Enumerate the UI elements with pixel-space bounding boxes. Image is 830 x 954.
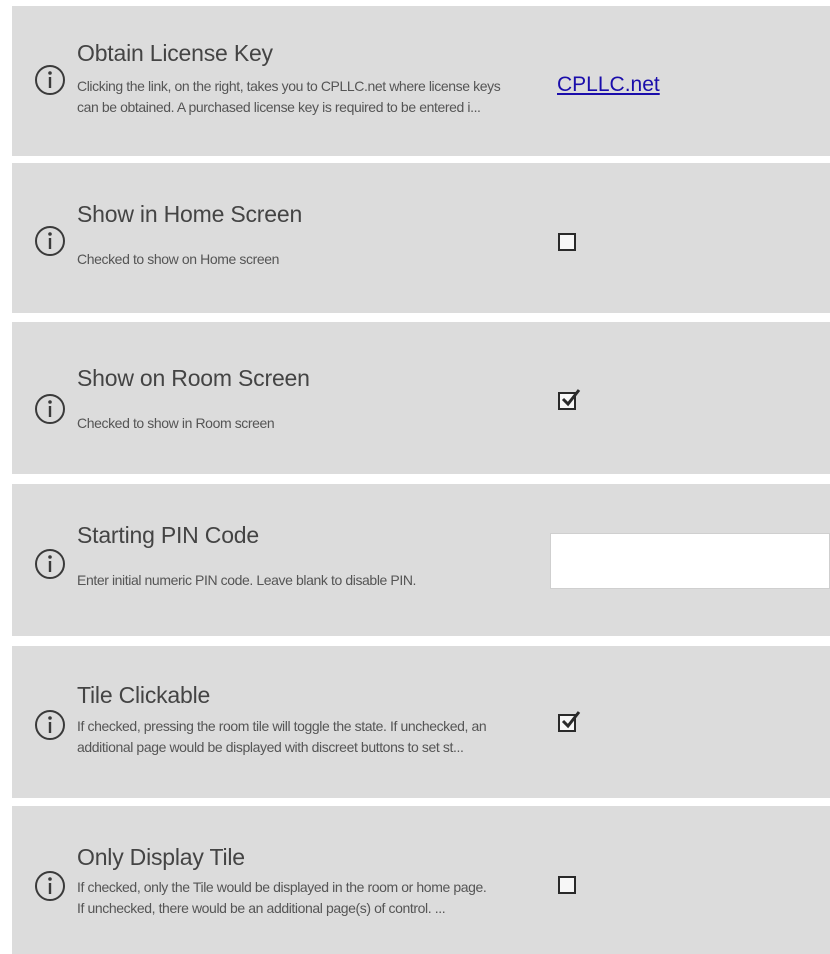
description-line: Checked to show on Home screen <box>77 251 279 267</box>
info-icon[interactable] <box>34 548 66 580</box>
pin-code-input[interactable] <box>550 533 830 589</box>
setting-description: If checked, only the Tile would be displ… <box>77 877 577 919</box>
description-line: can be obtained. A purchased license key… <box>77 99 481 115</box>
only-display-tile-checkbox[interactable] <box>558 876 576 894</box>
description-line: If unchecked, there would be an addition… <box>77 900 446 916</box>
setting-title: Tile Clickable <box>77 682 211 708</box>
setting-row-tile-clickable: Tile Clickable If checked, pressing the … <box>12 646 830 798</box>
checkmark-icon <box>561 711 581 729</box>
checkmark-icon <box>561 389 581 407</box>
setting-title: Obtain License Key <box>77 40 273 66</box>
description-line: additional page would be displayed with … <box>77 739 464 755</box>
description-line: Checked to show in Room screen <box>77 415 275 431</box>
setting-title: Only Display Tile <box>77 844 245 870</box>
setting-row-pin-code: Starting PIN Code Enter initial numeric … <box>12 484 830 636</box>
setting-title: Starting PIN Code <box>77 522 259 548</box>
setting-title: Show in Home Screen <box>77 201 303 227</box>
setting-description: Clicking the link, on the right, takes y… <box>77 76 577 118</box>
cpllc-link[interactable]: CPLLC.net <box>557 73 660 97</box>
info-icon[interactable] <box>34 709 66 741</box>
info-icon[interactable] <box>34 64 66 96</box>
info-icon[interactable] <box>34 393 66 425</box>
info-icon[interactable] <box>34 870 66 902</box>
description-line: If checked, pressing the room tile will … <box>77 718 487 734</box>
setting-row-show-home: Show in Home Screen Checked to show on H… <box>12 163 830 313</box>
setting-row-license-key: Obtain License Key Clicking the link, on… <box>12 6 830 156</box>
setting-row-only-display-tile: Only Display Tile If checked, only the T… <box>12 806 830 954</box>
show-room-checkbox[interactable] <box>558 389 581 410</box>
description-line: If checked, only the Tile would be displ… <box>77 879 487 895</box>
description-line: Clicking the link, on the right, takes y… <box>77 78 501 94</box>
tile-clickable-checkbox[interactable] <box>558 711 581 732</box>
show-home-checkbox[interactable] <box>558 233 576 251</box>
setting-description: Checked to show in Room screen <box>77 413 577 434</box>
setting-description: Enter initial numeric PIN code. Leave bl… <box>77 570 577 591</box>
info-icon[interactable] <box>34 225 66 257</box>
setting-row-show-room: Show on Room Screen Checked to show in R… <box>12 322 830 474</box>
setting-description: Checked to show on Home screen <box>77 249 577 270</box>
setting-description: If checked, pressing the room tile will … <box>77 716 577 758</box>
description-line: Enter initial numeric PIN code. Leave bl… <box>77 572 417 588</box>
setting-title: Show on Room Screen <box>77 365 310 391</box>
